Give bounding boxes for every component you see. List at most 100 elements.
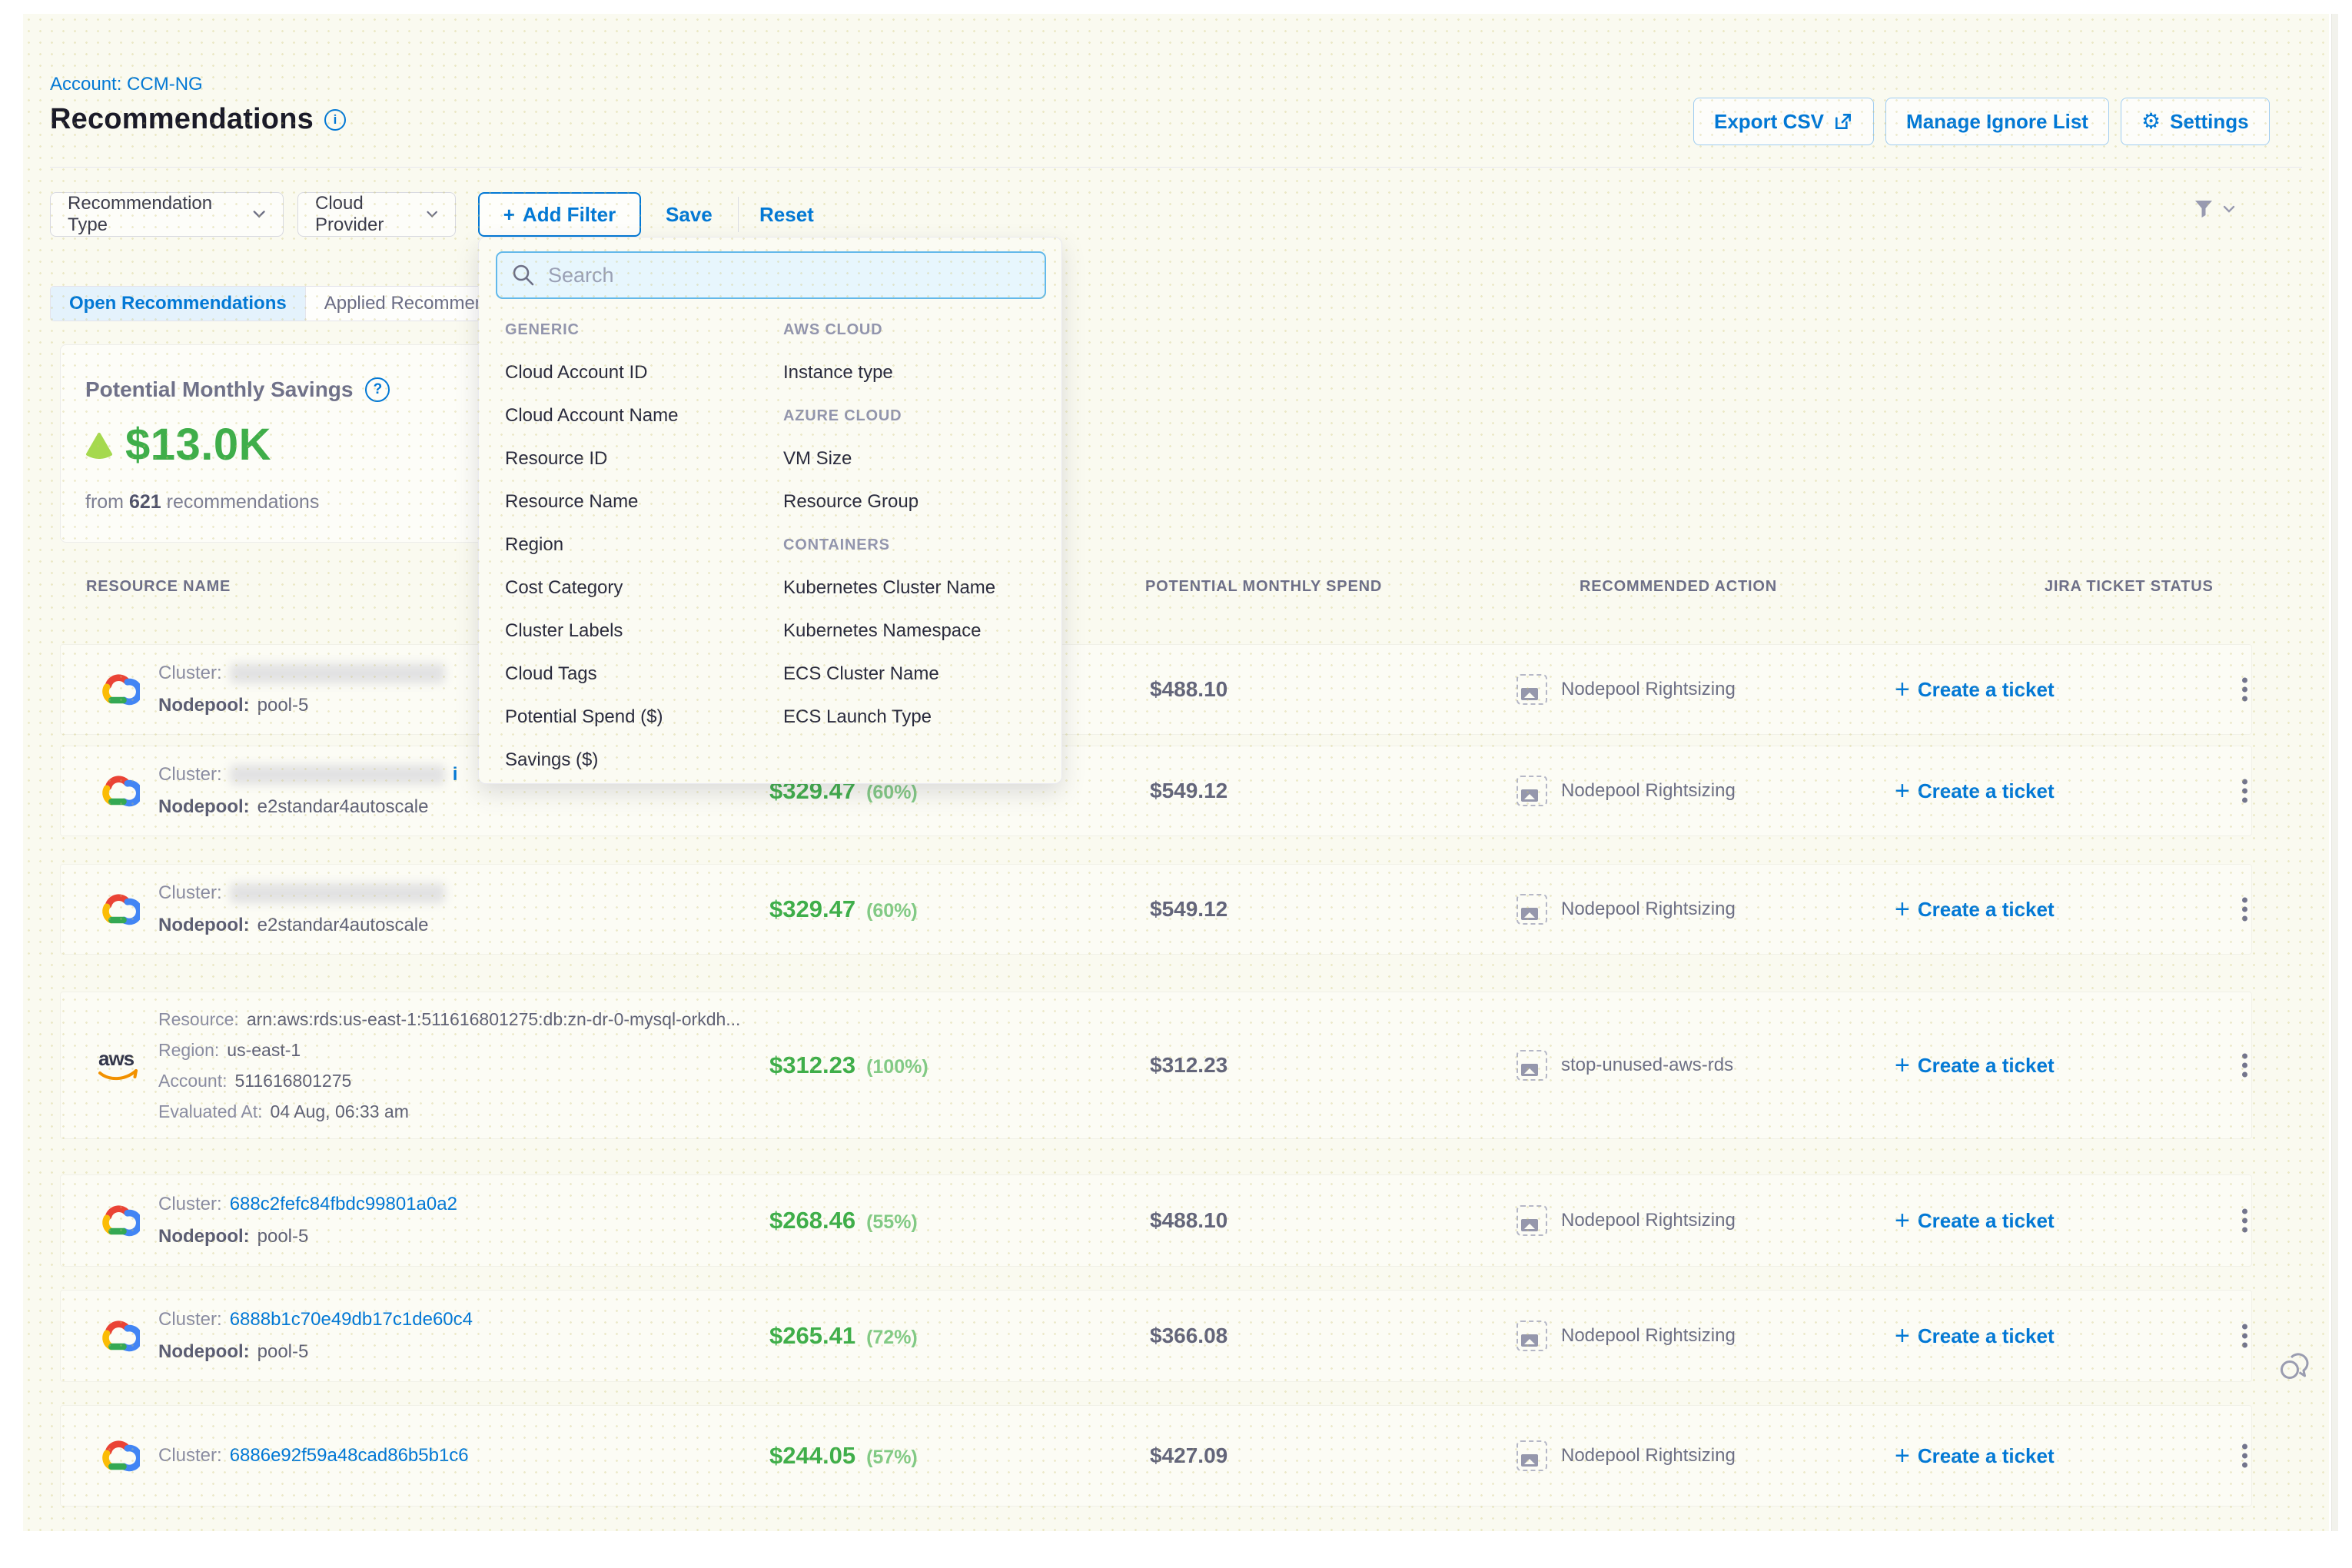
filter-option[interactable]: Resource Group [783,491,919,513]
vertical-scrollbar[interactable] [2331,14,2338,1531]
row-menu-kebab-icon[interactable] [2237,1201,2252,1241]
create-ticket-button[interactable]: + Create a ticket [1895,676,2055,703]
filter-search-input[interactable] [496,251,1046,299]
recommendation-count: 621 [129,491,161,513]
recommended-action-label: Nodepool Rightsizing [1561,899,1736,920]
rightsizing-action-icon [1517,894,1547,925]
gcp-logo-icon [91,671,145,708]
filter-option[interactable]: Potential Spend ($) [505,706,663,728]
cluster-link[interactable]: 688c2fefc84fbdc99801a0a2 [230,1194,457,1215]
create-ticket-button[interactable]: + Create a ticket [1895,896,2055,922]
recommendation-type-filter[interactable]: Recommendation Type [50,192,284,237]
manage-ignore-list-button[interactable]: Manage Ignore List [1885,98,2109,145]
export-csv-label: Export CSV [1714,110,1824,134]
plus-icon: + [1895,778,1910,804]
monthly-spend-value: $488.10 [1150,1208,1227,1233]
table-row: aws Resource:arn:aws:rds:us-east-1:51161… [60,992,2252,1139]
monthly-savings-cell: $329.47 (60%) [769,895,918,923]
row-menu-kebab-icon[interactable] [2237,1436,2252,1477]
chevron-down-icon [2222,204,2236,214]
plus-icon: + [1895,1443,1910,1469]
create-ticket-button[interactable]: + Create a ticket [1895,1052,2055,1078]
monthly-spend-value: $549.12 [1150,897,1227,922]
info-icon[interactable]: i [324,109,346,131]
group-header-aws-cloud: AWS CLOUD [783,321,882,339]
aws-logo-icon: aws [91,1045,145,1085]
filter-panel-toggle[interactable] [2193,198,2236,220]
filter-option[interactable]: ECS Cluster Name [783,663,939,685]
savings-value: $13.0K [125,419,271,470]
filter-option[interactable]: Cost Category [505,577,623,599]
cloud-provider-label: Cloud Provider [315,193,415,236]
group-header-generic: GENERIC [505,321,580,339]
resource-name-cell: Cluster: Nodepool:e2standar4autoscale [158,877,445,942]
filter-option[interactable]: Cloud Account ID [505,362,647,384]
recommended-action-cell: Nodepool Rightsizing [1517,1440,1736,1471]
resource-name-cell: Cluster: Nodepool:pool-5 [158,657,445,722]
filter-option[interactable]: Cloud Account Name [505,405,678,427]
resource-name-cell: Cluster:688c2fefc84fbdc99801a0a2 Nodepoo… [158,1188,457,1253]
filter-option[interactable]: Cluster Labels [505,620,623,642]
recommended-action-cell: Nodepool Rightsizing [1517,1321,1736,1351]
gcp-logo-icon [91,891,145,928]
help-icon[interactable]: ? [365,377,390,402]
filter-option[interactable]: Cloud Tags [505,663,597,685]
recommended-action-cell: Nodepool Rightsizing [1517,1205,1736,1236]
table-row: Cluster: Nodepool:e2standar4autoscale $3… [60,864,2252,955]
cluster-link-fragment[interactable]: i [453,764,458,786]
create-ticket-button[interactable]: + Create a ticket [1895,1208,2055,1234]
export-csv-button[interactable]: Export CSV [1693,98,1874,145]
recommended-action-cell: stop-unused-aws-rds [1517,1050,1733,1081]
reset-filter-link[interactable]: Reset [759,203,814,227]
potential-savings-card: Potential Monthly Savings ? $13.0K from … [60,344,506,543]
col-header-resource-name: RESOURCE NAME [86,578,231,596]
gcp-logo-icon [91,1437,145,1474]
tab-open-recommendations[interactable]: Open Recommendations [51,287,305,321]
add-filter-button[interactable]: + Add Filter [478,192,641,237]
recommended-action-cell: Nodepool Rightsizing [1517,674,1736,705]
row-menu-kebab-icon[interactable] [2237,1045,2252,1086]
plus-icon: + [503,203,515,227]
support-chat-icon[interactable] [2277,1347,2316,1385]
rightsizing-action-icon [1517,1321,1547,1351]
account-breadcrumb[interactable]: Account: CCM-NG [50,74,203,95]
cluster-link[interactable]: 6886e92f59a48cad86b5b1c6 [230,1445,469,1467]
monthly-savings-cell: $268.46 (55%) [769,1207,918,1234]
filter-option[interactable]: Region [505,534,563,556]
filter-option[interactable]: Resource ID [505,448,607,470]
col-header-recommended-action: RECOMMENDED ACTION [1580,578,1777,596]
filter-option[interactable]: Kubernetes Cluster Name [783,577,995,599]
rightsizing-action-icon [1517,1050,1547,1081]
recommended-action-label: Nodepool Rightsizing [1561,1325,1736,1347]
create-ticket-button[interactable]: + Create a ticket [1895,778,2055,804]
recommended-action-cell: Nodepool Rightsizing [1517,776,1736,806]
filter-option[interactable]: Instance type [783,362,893,384]
row-menu-kebab-icon[interactable] [2237,771,2252,812]
row-menu-kebab-icon[interactable] [2237,669,2252,710]
filter-option[interactable]: Kubernetes Namespace [783,620,981,642]
monthly-savings-cell: $244.05 (57%) [769,1442,918,1470]
table-row: Cluster:688c2fefc84fbdc99801a0a2 Nodepoo… [60,1174,2252,1267]
rightsizing-action-icon [1517,1440,1547,1471]
recommended-action-label: stop-unused-aws-rds [1561,1055,1733,1076]
tab-applied-recommendations[interactable]: Applied Recommendations [305,287,500,321]
filter-option[interactable]: VM Size [783,448,852,470]
filter-option[interactable]: ECS Launch Type [783,706,932,728]
settings-button[interactable]: ⚙ Settings [2121,98,2270,145]
row-menu-kebab-icon[interactable] [2237,889,2252,930]
rightsizing-action-icon [1517,776,1547,806]
chevron-down-icon [252,209,266,220]
save-filter-link[interactable]: Save [666,203,713,227]
cluster-link[interactable]: 6888b1c70e49db17c1de60c4 [230,1309,473,1330]
col-header-jira-ticket-status: JIRA TICKET STATUS [2045,578,2214,596]
resource-name-cell: Cluster:i Nodepool:e2standar4autoscale [158,759,457,823]
recommendations-page: Account: CCM-NG Recommendations i Export… [0,0,2352,1568]
row-menu-kebab-icon[interactable] [2237,1316,2252,1357]
monthly-savings-cell: $312.23 (100%) [769,1051,929,1079]
create-ticket-button[interactable]: + Create a ticket [1895,1443,2055,1469]
filter-option[interactable]: Resource Name [505,491,638,513]
savings-card-title: Potential Monthly Savings [85,377,353,402]
cloud-provider-filter[interactable]: Cloud Provider [297,192,456,237]
filter-option[interactable]: Savings ($) [505,749,598,771]
create-ticket-button[interactable]: + Create a ticket [1895,1323,2055,1349]
